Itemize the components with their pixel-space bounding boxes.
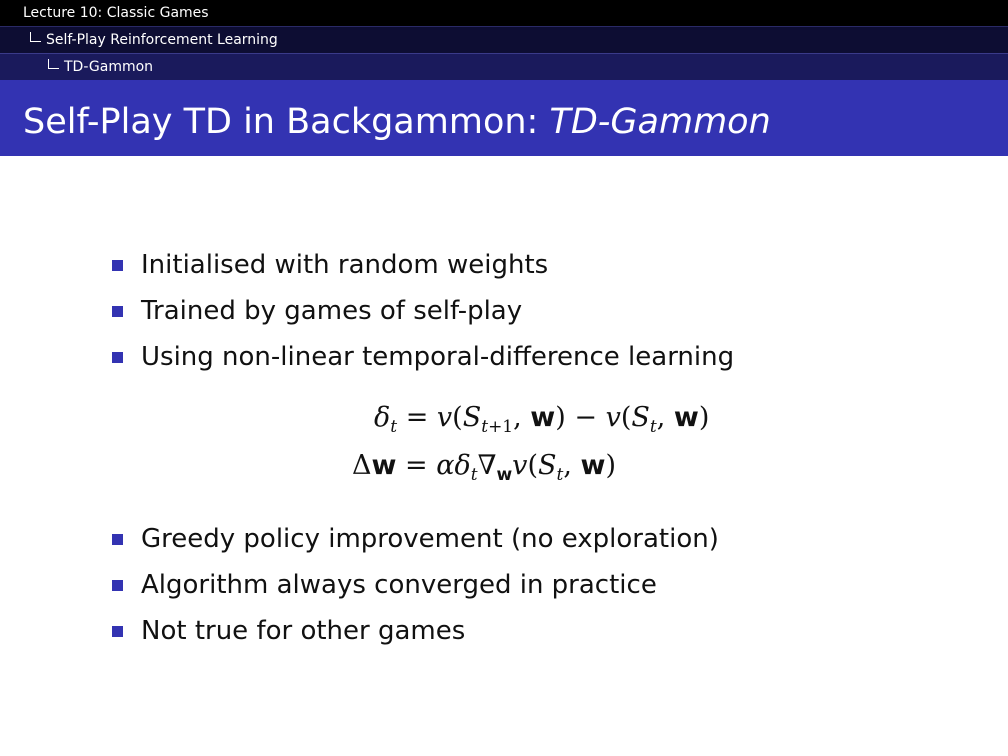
breadcrumb-lecture[interactable]: Lecture 10: Classic Games	[0, 0, 1008, 26]
list-item: Using non-linear temporal-difference lea…	[112, 334, 734, 380]
tree-corner-icon	[48, 59, 59, 69]
breadcrumb-subsection[interactable]: TD-Gammon	[0, 53, 1008, 80]
list-item: Greedy policy improvement (no exploratio…	[112, 516, 719, 562]
slide-title-main: Self-Play TD in Backgammon:	[23, 102, 550, 142]
bullet-list-bottom: Greedy policy improvement (no exploratio…	[112, 516, 719, 654]
list-item: Algorithm always converged in practice	[112, 562, 719, 608]
section-label: Self-Play Reinforcement Learning	[46, 32, 278, 48]
equation-weight-update: Δw = αδt∇wv(St, w)	[352, 450, 616, 485]
subsection-label: TD-Gammon	[64, 59, 154, 75]
list-item: Not true for other games	[112, 608, 719, 654]
breadcrumb-section[interactable]: Self-Play Reinforcement Learning	[0, 26, 1008, 53]
bullet-list-top: Initialised with random weights Trained …	[112, 242, 734, 380]
lecture-label: Lecture 10: Classic Games	[23, 5, 209, 21]
tree-corner-icon	[30, 32, 41, 42]
equation-td-error: δt = v(St+1, w) − v(St, w)	[374, 402, 710, 437]
slide-title-italic: TD-Gammon	[549, 102, 771, 142]
list-item: Initialised with random weights	[112, 242, 734, 288]
slide-title: Self-Play TD in Backgammon: TD-Gammon	[0, 80, 1008, 156]
list-item: Trained by games of self-play	[112, 288, 734, 334]
